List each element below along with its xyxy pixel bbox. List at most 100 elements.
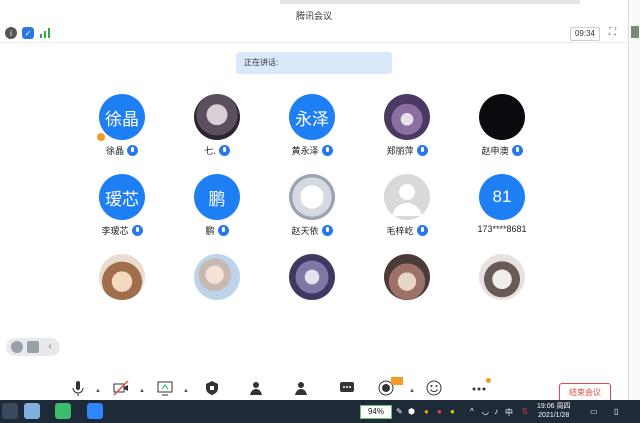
participant-tile[interactable] bbox=[457, 254, 547, 324]
volume-icon[interactable]: ♪ bbox=[494, 407, 498, 416]
avatar: 永泽 bbox=[289, 94, 335, 140]
participant-tile[interactable]: 永泽 黄永泽 bbox=[267, 94, 357, 164]
chat-icon[interactable] bbox=[27, 341, 39, 353]
pen-icon[interactable]: ✎ bbox=[396, 407, 403, 416]
chevron-up-icon[interactable]: ^ bbox=[470, 407, 474, 416]
clock-time: 19:06 bbox=[537, 403, 555, 410]
avatar bbox=[289, 174, 335, 220]
app-tray-icon[interactable]: ● bbox=[437, 407, 442, 416]
mic-icon bbox=[511, 145, 523, 156]
members-icon[interactable] bbox=[293, 380, 309, 396]
share-screen-icon[interactable] bbox=[157, 380, 173, 396]
app-icon[interactable] bbox=[2, 403, 18, 419]
floating-controls[interactable]: ‹ bbox=[6, 338, 60, 356]
participant-tile[interactable]: 赵申澳 bbox=[457, 94, 547, 164]
notification-icon[interactable]: ▭ bbox=[590, 407, 598, 416]
participant-name: 七. bbox=[204, 146, 216, 156]
participant-tile[interactable] bbox=[267, 254, 357, 324]
collapse-icon[interactable]: ‹ bbox=[44, 341, 56, 353]
participant-tile[interactable]: 鹏 鹏 bbox=[172, 174, 262, 244]
signal-icon[interactable] bbox=[39, 27, 51, 39]
participant-name: 173****8681 bbox=[477, 224, 527, 234]
info-icon[interactable]: i bbox=[5, 27, 17, 39]
end-meeting-button[interactable]: 结束会议 bbox=[559, 383, 611, 400]
mic-icon bbox=[321, 145, 333, 156]
participant-name: 毛梓屹 bbox=[386, 226, 414, 236]
avatar: 81 bbox=[479, 174, 525, 220]
avatar bbox=[479, 94, 525, 140]
avatar bbox=[99, 254, 145, 300]
chevron-up-icon[interactable]: ▲ bbox=[183, 388, 189, 394]
shield-icon[interactable]: ✓ bbox=[22, 27, 34, 39]
fullscreen-icon[interactable]: ⛶ bbox=[609, 27, 616, 38]
mic-icon bbox=[416, 145, 428, 156]
participant-name: 黄永泽 bbox=[291, 146, 319, 156]
tencent-meeting-app-icon[interactable] bbox=[87, 403, 103, 419]
dropbox-icon[interactable]: ⬢ bbox=[408, 407, 415, 416]
participant-tile[interactable] bbox=[77, 254, 167, 324]
mic-icon bbox=[416, 225, 428, 236]
participant-tile[interactable]: 徐晶 徐晶 bbox=[77, 94, 167, 164]
meeting-timer: 09:34 bbox=[570, 27, 600, 41]
camera-off-icon[interactable] bbox=[113, 380, 129, 396]
participant-name: 赵天依 bbox=[291, 226, 319, 236]
mic-icon bbox=[131, 225, 143, 236]
participant-tile[interactable]: 郑丽萍 bbox=[362, 94, 452, 164]
app-tray-icon[interactable]: ● bbox=[424, 407, 429, 416]
sogou-icon[interactable]: S bbox=[522, 407, 527, 416]
chat-icon[interactable] bbox=[339, 380, 355, 396]
system-clock[interactable]: 19:06 周四 2021/1/28 bbox=[537, 402, 570, 420]
default-user-icon bbox=[392, 184, 422, 216]
participant-name: 赵申澳 bbox=[481, 146, 509, 156]
mic-icon bbox=[218, 145, 230, 156]
ime-indicator[interactable]: 中 bbox=[505, 407, 513, 418]
mic-icon bbox=[217, 225, 229, 236]
app-icon[interactable] bbox=[55, 403, 71, 419]
meeting-window: 腾讯会议 i ✓ 09:34 ⛶ 正在讲话: 徐晶 徐晶 七. 永泽 黄永泽 郑… bbox=[0, 0, 628, 400]
emoji-icon[interactable] bbox=[11, 341, 23, 353]
participant-tile[interactable] bbox=[172, 254, 262, 324]
host-badge bbox=[96, 132, 106, 142]
avatar: 徐晶 bbox=[99, 94, 145, 140]
chevron-up-icon[interactable]: ▲ bbox=[95, 388, 101, 394]
participant-tile[interactable]: 瑷芯 李瑷芯 bbox=[77, 174, 167, 244]
participant-name: 郑丽萍 bbox=[386, 146, 414, 156]
avatar bbox=[194, 254, 240, 300]
avatar bbox=[479, 254, 525, 300]
avatar bbox=[289, 254, 335, 300]
mic-icon bbox=[321, 225, 333, 236]
right-side-panel bbox=[628, 0, 640, 400]
participant-name: 鹏 bbox=[205, 226, 215, 236]
wifi-icon[interactable]: ◡ bbox=[482, 407, 489, 416]
avatar bbox=[384, 174, 430, 220]
app-tray-icon[interactable]: ● bbox=[450, 407, 455, 416]
participant-tile[interactable]: 赵天依 bbox=[267, 174, 357, 244]
avatar bbox=[384, 94, 430, 140]
emoji-reaction-icon[interactable] bbox=[426, 380, 442, 396]
chevron-up-icon[interactable]: ▲ bbox=[409, 388, 415, 394]
record-badge bbox=[391, 377, 403, 385]
notification-dot bbox=[486, 378, 491, 383]
more-icon[interactable] bbox=[471, 380, 487, 396]
participant-name: 李瑷芯 bbox=[101, 226, 129, 236]
windows-taskbar: 94% ✎ ⬢ ● ● ● ^ ◡ ♪ 中 S 19:06 周四 2021/1/… bbox=[0, 400, 640, 423]
status-row: i ✓ 09:34 ⛶ bbox=[0, 24, 628, 43]
panel-edge-icon bbox=[631, 26, 639, 38]
avatar bbox=[194, 94, 240, 140]
speaking-indicator: 正在讲话: bbox=[236, 52, 392, 74]
title-bar: 腾讯会议 bbox=[0, 0, 628, 24]
participant-tile[interactable]: 毛梓屹 bbox=[362, 174, 452, 244]
chevron-up-icon[interactable]: ▲ bbox=[139, 388, 145, 394]
show-desktop-icon[interactable]: ▯ bbox=[614, 407, 618, 416]
clock-weekday: 周四 bbox=[556, 403, 571, 410]
avatar: 鹏 bbox=[194, 174, 240, 220]
battery-indicator[interactable]: 94% bbox=[360, 405, 392, 419]
meeting-toolbar: ▲ ▲ ▲ ▲ bbox=[0, 374, 628, 400]
participant-tile[interactable]: 七. bbox=[172, 94, 262, 164]
microphone-icon[interactable] bbox=[70, 380, 86, 396]
participant-tile[interactable] bbox=[362, 254, 452, 324]
app-icon[interactable] bbox=[24, 403, 40, 419]
participants-manage-icon[interactable] bbox=[249, 380, 265, 396]
security-icon[interactable] bbox=[204, 380, 220, 396]
participant-tile[interactable]: 81 173****8681 bbox=[457, 174, 547, 244]
